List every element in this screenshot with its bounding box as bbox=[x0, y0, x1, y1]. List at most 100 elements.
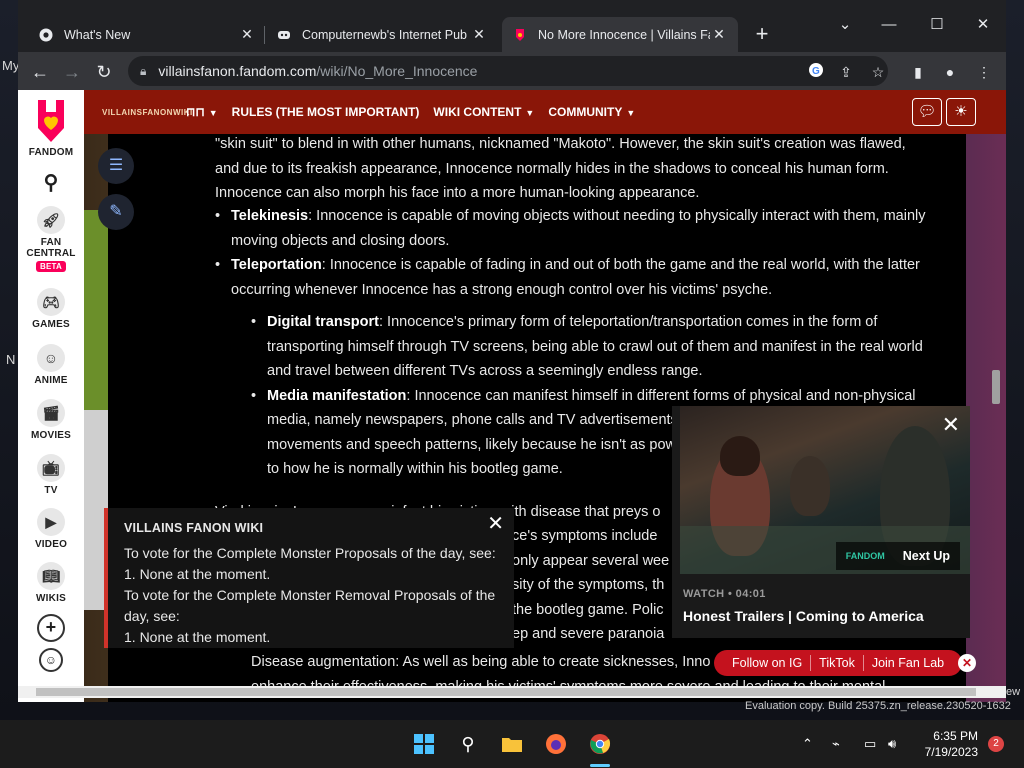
share-icon[interactable]: ⇪ bbox=[836, 62, 856, 82]
close-window-button[interactable]: ✕ bbox=[968, 10, 998, 40]
create-button[interactable]: + bbox=[18, 614, 84, 642]
close-tab-icon[interactable]: ✕ bbox=[238, 26, 256, 43]
network-icon[interactable]: ⌁ bbox=[832, 736, 840, 752]
horizontal-scrollbar[interactable] bbox=[18, 686, 1006, 698]
chevron-up-icon[interactable]: ⌃ bbox=[802, 736, 813, 752]
google-icon[interactable]: G bbox=[806, 62, 826, 82]
follow-ig-link[interactable]: Follow on IG bbox=[724, 656, 810, 670]
windows-start-icon[interactable] bbox=[410, 730, 438, 758]
theme-toggle-icon[interactable]: ☀ bbox=[946, 98, 976, 126]
system-clock[interactable]: 6:35 PM 7/19/2023 bbox=[922, 728, 978, 760]
rail-item-anime[interactable]: ☺ ANIME bbox=[18, 344, 84, 386]
video-figure bbox=[720, 436, 760, 476]
rail-item-tv[interactable]: 📺︎ TV bbox=[18, 454, 84, 496]
rail-label: GAMES bbox=[32, 319, 70, 330]
user-account-button[interactable]: ☺ bbox=[18, 648, 84, 672]
ability-title: Media manifestation bbox=[267, 387, 407, 404]
maximize-button[interactable]: ☐ bbox=[922, 10, 952, 40]
search-icon[interactable]: ⚲ bbox=[454, 730, 482, 758]
nav-rules[interactable]: RULES (THE MOST IMPORTANT) bbox=[232, 105, 420, 119]
firefox-icon[interactable] bbox=[542, 730, 570, 758]
vertical-scrollbar-thumb[interactable] bbox=[992, 370, 1000, 404]
nav-label: RULES (THE MOST IMPORTANT) bbox=[231, 105, 420, 119]
ability-text: movements and speech patterns, likely be… bbox=[267, 436, 685, 453]
fandom-icon bbox=[512, 27, 528, 43]
wiki-logo[interactable]: VILLAINSFANONWIKI bbox=[102, 108, 192, 117]
edit-pencil-icon[interactable]: ✎ bbox=[98, 194, 134, 230]
rail-label: FAN CENTRAL bbox=[26, 237, 76, 259]
close-tab-icon[interactable]: ✕ bbox=[710, 26, 728, 43]
tab-internet-pub[interactable]: Computernewb's Internet Pub H ✕ bbox=[266, 17, 498, 52]
next-up-label: Next Up bbox=[902, 549, 950, 563]
notification-badge[interactable]: 2 bbox=[988, 736, 1004, 752]
nav-label: COMMUNITY bbox=[548, 105, 623, 119]
rail-item-games[interactable]: 🎮︎ GAMES bbox=[18, 288, 84, 330]
gamepad-icon: 🎮︎ bbox=[37, 288, 65, 316]
minimize-button[interactable]: — bbox=[874, 10, 904, 40]
rail-item-wikis[interactable]: 📖︎ WIKIS bbox=[18, 562, 84, 604]
tab-title: What's New bbox=[64, 27, 131, 42]
play-icon: ▶ bbox=[37, 508, 65, 536]
tiktok-link[interactable]: TikTok bbox=[811, 656, 863, 670]
tab-no-more-innocence[interactable]: No More Innocence | Villains Fan ✕ bbox=[502, 17, 738, 52]
discussions-icon[interactable]: 💬︎ bbox=[912, 98, 942, 126]
tab-title: Computernewb's Internet Pub H bbox=[302, 27, 470, 42]
table-of-contents-icon[interactable]: ☰ bbox=[98, 148, 134, 184]
close-tab-icon[interactable]: ✕ bbox=[470, 26, 488, 43]
rail-item-movies[interactable]: 🎬︎ MOVIES bbox=[18, 399, 84, 441]
chrome-icon[interactable] bbox=[586, 730, 614, 758]
profile-icon[interactable]: ● bbox=[940, 62, 960, 82]
text-line: "skin suit" to blend in with other human… bbox=[215, 136, 906, 152]
rail-item-video[interactable]: ▶ VIDEO bbox=[18, 508, 84, 550]
side-panel-icon[interactable]: ▮ bbox=[908, 62, 928, 82]
beta-badge: BETA bbox=[36, 261, 66, 272]
fandom-brand-label: FANDOM bbox=[28, 147, 74, 158]
tab-whats-new[interactable]: What's New ✕ bbox=[28, 17, 266, 52]
nav-community[interactable]: COMMUNITY ▼ bbox=[548, 105, 635, 119]
rail-label: TV bbox=[44, 485, 58, 496]
notice-line: To vote for the Complete Monster Removal… bbox=[124, 587, 496, 624]
reload-icon[interactable]: ↻ bbox=[90, 58, 118, 86]
bookmark-star-icon[interactable]: ☆ bbox=[868, 62, 888, 82]
back-icon[interactable]: ← bbox=[26, 58, 54, 86]
nav-wiki-content[interactable]: WIKI CONTENT ▼ bbox=[433, 105, 534, 119]
tab-search-icon[interactable]: ⌄ bbox=[830, 10, 860, 40]
display-icon[interactable]: ▭ bbox=[864, 736, 876, 752]
ability-title: Teleportation bbox=[231, 257, 322, 273]
clock-time: 6:35 PM bbox=[933, 729, 978, 743]
close-icon[interactable]: ✕ bbox=[487, 514, 504, 535]
fandom-global-nav: FANDOM ⚲ 🚀︎ FAN CENTRAL BETA 🎮︎ GAMES ☺ … bbox=[18, 90, 84, 702]
rail-item-fan-central[interactable]: 🚀︎ FAN CENTRAL BETA bbox=[18, 206, 84, 272]
clapperboard-icon: 🎬︎ bbox=[37, 399, 65, 427]
video-title[interactable]: Honest Trailers | Coming to America bbox=[683, 608, 924, 624]
forward-icon[interactable]: → bbox=[58, 58, 86, 86]
menu-kebab-icon[interactable]: ⋮ bbox=[974, 62, 994, 82]
book-icon: 📖︎ bbox=[37, 562, 65, 590]
notice-line: To vote for the Complete Monster Proposa… bbox=[124, 545, 496, 561]
join-fan-lab-link[interactable]: Join Fan Lab bbox=[864, 656, 952, 670]
chevron-down-icon: ▼ bbox=[208, 108, 218, 118]
ability-text: : Innocence is capable of moving objects… bbox=[231, 208, 926, 249]
close-icon[interactable]: ✕ bbox=[958, 654, 976, 672]
abilities-list: Telekinesis: Innocence is capable of mov… bbox=[215, 204, 935, 302]
search-button[interactable]: ⚲ bbox=[18, 170, 84, 195]
list-item: Teleportation: Innocence is capable of f… bbox=[215, 253, 935, 302]
volume-icon[interactable]: 🔊︎ bbox=[888, 736, 896, 752]
next-up-button[interactable]: FANDOM Next Up bbox=[835, 542, 960, 570]
web-page: FANDOM ⚲ 🚀︎ FAN CENTRAL BETA 🎮︎ GAMES ☺ … bbox=[18, 90, 1006, 702]
list-item: Telekinesis: Innocence is capable of mov… bbox=[215, 204, 935, 253]
search-icon: ⚲ bbox=[43, 172, 59, 194]
address-bar[interactable]: 🔒︎ villainsfanon.fandom.com/wiki/No_More… bbox=[128, 56, 888, 86]
fandom-logo[interactable]: FANDOM bbox=[18, 98, 84, 158]
new-tab-button[interactable]: + bbox=[749, 22, 775, 48]
lock-icon: 🔒︎ bbox=[140, 63, 147, 78]
scrollbar-thumb[interactable] bbox=[36, 688, 976, 696]
file-explorer-icon[interactable] bbox=[498, 730, 526, 758]
tv-icon: 📺︎ bbox=[37, 454, 65, 482]
rail-label: ANIME bbox=[34, 375, 68, 386]
close-icon[interactable]: ✕ bbox=[942, 412, 960, 438]
text-line: and due to its freakish appearance, Inno… bbox=[215, 160, 889, 177]
chevron-down-icon: ▼ bbox=[626, 108, 636, 118]
desktop-text-fragment: My bbox=[2, 58, 20, 73]
explore-menu[interactable]: ⊓⊓ ▼ bbox=[186, 105, 218, 119]
